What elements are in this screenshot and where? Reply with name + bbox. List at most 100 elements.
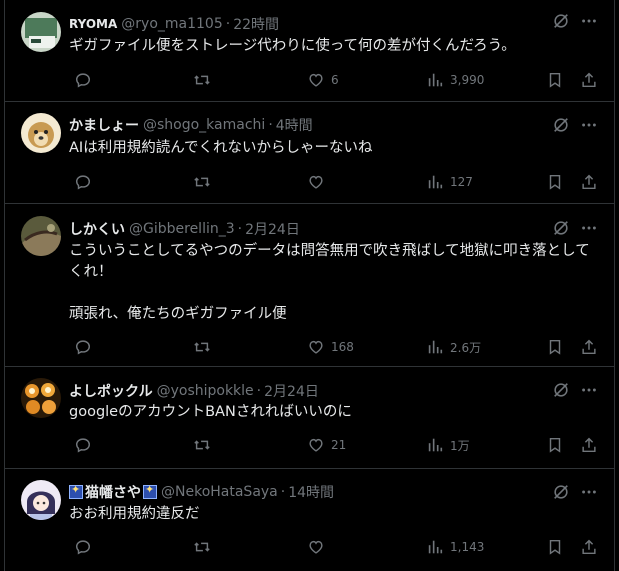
retweet-icon [194, 542, 210, 552]
user-handle[interactable]: @NekoHataSaya [161, 484, 278, 500]
timestamp[interactable]: 22時間 [233, 14, 279, 34]
retweet-button[interactable] [193, 71, 217, 89]
tweet-text: おお利用規約違反だ [69, 506, 200, 522]
tweet-actions: 6 3,990 [69, 71, 598, 91]
tweet-actions: 168 2.6万 [69, 338, 598, 358]
views-count: 1,143 [450, 540, 485, 554]
tweet-item[interactable]: 猫幡さや @NekoHataSaya · 14時間 おお利用規約違反だ [5, 469, 614, 571]
timestamp[interactable]: 2月24日 [264, 381, 319, 401]
tweet-header: RYOMA @ryo_ma1105 · 22時間 [69, 13, 279, 35]
retweet-button[interactable] [193, 173, 217, 191]
retweet-button[interactable] [193, 538, 217, 556]
like-count: 6 [331, 73, 339, 87]
views-count: 2.6万 [450, 340, 482, 355]
more-options-icon[interactable] [580, 219, 598, 237]
display-name[interactable]: RYOMA [69, 17, 117, 31]
tweet-item[interactable]: RYOMA @ryo_ma1105 · 22時間 ギガファイル便をストレージ代わ… [5, 0, 614, 102]
retweet-icon [194, 75, 210, 85]
reply-button[interactable] [74, 71, 98, 89]
views-button[interactable]: 3,990 [426, 71, 484, 89]
share-button[interactable] [580, 338, 598, 356]
avatar[interactable] [21, 113, 61, 153]
like-button[interactable] [307, 173, 331, 191]
display-name[interactable]: かましょー [69, 115, 139, 135]
views-button[interactable]: 127 [426, 173, 473, 191]
retweet-button[interactable] [193, 338, 217, 356]
avatar[interactable] [21, 216, 61, 256]
retweet-icon [194, 342, 210, 352]
tweet-top-icons [552, 381, 598, 399]
timestamp[interactable]: 4時間 [276, 115, 313, 135]
user-handle[interactable]: @yoshipokkle [157, 383, 254, 399]
more-options-icon[interactable] [580, 12, 598, 30]
views-button[interactable]: 1万 [426, 436, 470, 454]
display-name[interactable]: よしポックル [69, 381, 153, 401]
tweet-top-icons [552, 116, 598, 134]
timestamp[interactable]: 14時間 [288, 482, 334, 502]
tweet-actions: 127 [69, 173, 598, 193]
more-options-icon[interactable] [580, 483, 598, 501]
share-icon [582, 339, 596, 355]
grok-icon[interactable] [552, 116, 570, 134]
retweet-icon [194, 177, 210, 187]
grok-icon[interactable] [552, 219, 570, 237]
bookmark-button[interactable] [546, 538, 564, 556]
grok-icon[interactable] [552, 12, 570, 30]
like-button[interactable]: 168 [307, 338, 354, 356]
avatar[interactable] [21, 12, 61, 52]
share-button[interactable] [580, 538, 598, 556]
share-button[interactable] [580, 436, 598, 454]
user-handle[interactable]: @shogo_kamachi [143, 117, 265, 133]
avatar[interactable] [21, 480, 61, 520]
views-chart-icon [428, 438, 443, 452]
avatar[interactable] [21, 378, 61, 418]
tweet-text: ギガファイル便をストレージ代わりに使って何の差が付くんだろう。 [69, 38, 516, 54]
bookmark-button[interactable] [546, 436, 564, 454]
reply-icon [75, 73, 91, 88]
display-name[interactable]: 猫幡さや [85, 482, 141, 502]
more-options-icon[interactable] [580, 381, 598, 399]
views-chart-icon [428, 340, 443, 354]
tweet-item[interactable]: しかくい @Gibberellin_3 · 2月24日 こういうことしてるやつの… [5, 204, 614, 367]
separator-dot: · [237, 221, 243, 237]
views-chart-icon [428, 73, 443, 87]
user-handle[interactable]: @Gibberellin_3 [129, 221, 235, 237]
share-icon [582, 437, 596, 453]
timeline: RYOMA @ryo_ma1105 · 22時間 ギガファイル便をストレージ代わ… [4, 0, 615, 571]
tweet-item[interactable]: かましょー @shogo_kamachi · 4時間 AIは利用規約読んでくれな… [5, 102, 614, 204]
bookmark-button[interactable] [546, 338, 564, 356]
more-options-icon[interactable] [580, 116, 598, 134]
share-button[interactable] [580, 173, 598, 191]
views-chart-icon [428, 540, 443, 554]
share-button[interactable] [580, 71, 598, 89]
tweet-top-icons [552, 483, 598, 501]
like-button[interactable]: 6 [307, 71, 339, 89]
user-handle[interactable]: @ryo_ma1105 [121, 16, 222, 32]
reply-button[interactable] [74, 538, 98, 556]
bookmark-button[interactable] [546, 71, 564, 89]
separator-dot: · [225, 16, 231, 32]
grok-icon[interactable] [552, 381, 570, 399]
separator-dot: · [268, 117, 273, 133]
separator-dot: · [280, 484, 286, 500]
retweet-button[interactable] [193, 436, 217, 454]
reply-button[interactable] [74, 173, 98, 191]
tweet-text: googleのアカウントBANされればいいのに [69, 404, 352, 420]
share-icon [582, 174, 596, 190]
like-button[interactable]: 21 [307, 436, 346, 454]
bookmark-button[interactable] [546, 173, 564, 191]
share-icon [582, 72, 596, 88]
views-button[interactable]: 1,143 [426, 538, 484, 556]
share-icon [582, 539, 596, 555]
reply-button[interactable] [74, 436, 98, 454]
timestamp[interactable]: 2月24日 [245, 219, 300, 239]
reply-icon [75, 175, 91, 190]
display-name[interactable]: しかくい [69, 219, 125, 239]
bookmark-icon [549, 174, 561, 190]
reply-button[interactable] [74, 338, 98, 356]
grok-icon[interactable] [552, 483, 570, 501]
tweet-item[interactable]: よしポックル @yoshipokkle · 2月24日 googleのアカウント… [5, 367, 614, 469]
separator-dot: · [256, 383, 262, 399]
like-button[interactable] [307, 538, 331, 556]
views-button[interactable]: 2.6万 [426, 338, 481, 356]
